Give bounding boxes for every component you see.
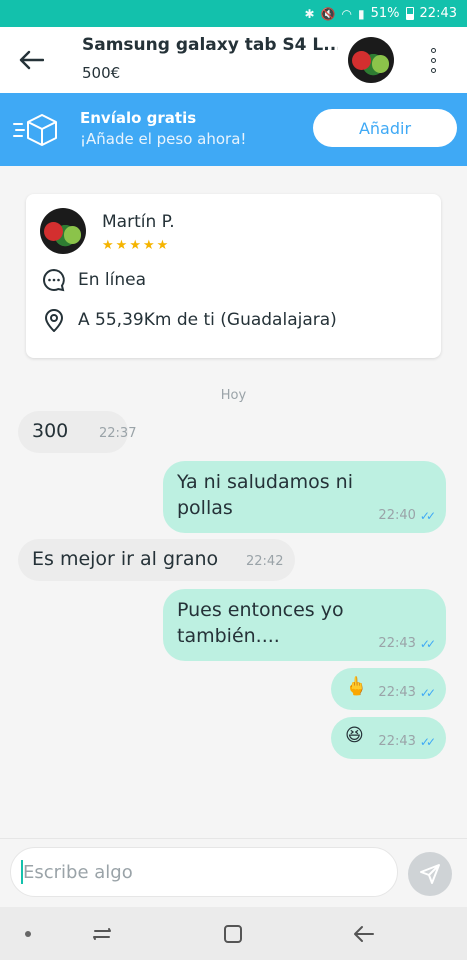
seller-rating: ★ ★ ★ ★ ★ — [102, 238, 168, 253]
add-weight-button[interactable]: Añadir — [313, 109, 457, 147]
message-meta: 22:43 ✓✓ — [378, 685, 436, 700]
send-button[interactable] — [408, 852, 452, 896]
seller-avatar[interactable] — [348, 37, 394, 83]
online-status: En línea — [78, 270, 147, 290]
product-title[interactable]: Samsung galaxy tab S4 L... — [82, 35, 338, 55]
read-ticks-icon: ✓✓ — [419, 636, 436, 651]
star-icon: ★ — [115, 238, 128, 253]
location-row: A 55,39Km de ti (Guadalajara) — [42, 308, 337, 332]
message-time: 22:43 — [378, 685, 416, 700]
star-icon: ★ — [129, 238, 141, 253]
home-button[interactable] — [219, 920, 247, 948]
battery-icon — [405, 7, 414, 20]
message-composer: Escribe algo — [0, 838, 467, 907]
message-time: 22:37 — [99, 426, 137, 441]
app-bar: Samsung galaxy tab S4 L... 500€ — [0, 27, 467, 93]
message-time: 22:43 — [378, 636, 416, 651]
back-button[interactable] — [14, 43, 48, 77]
send-icon — [420, 864, 440, 884]
message-bubble-incoming[interactable]: Es mejor ir al grano 22:42 — [18, 539, 295, 581]
more-options-button[interactable] — [418, 41, 448, 79]
message-emoji: 😆 — [345, 725, 364, 746]
system-nav-bar — [0, 907, 467, 960]
day-separator: Hoy — [220, 388, 247, 403]
more-vertical-icon — [430, 47, 436, 53]
message-bubble-incoming[interactable]: 300 22:37 — [18, 411, 136, 453]
shipping-banner: Envíalo gratis ¡Añade el peso ahora! Aña… — [0, 93, 467, 166]
message-time: 22:43 — [378, 734, 416, 749]
star-icon: ★ — [142, 238, 155, 253]
message-time: 22:40 — [378, 508, 416, 523]
message-text: Ya ni saludamos ni pollas — [177, 471, 353, 519]
nav-back-icon — [354, 926, 374, 942]
mute-icon: 🔇 — [320, 6, 336, 21]
nav-dot — [25, 931, 31, 937]
recents-icon — [93, 928, 111, 940]
nav-back-button[interactable] — [350, 920, 378, 948]
star-icon: ★ — [156, 238, 169, 253]
read-ticks-icon: ✓✓ — [419, 685, 436, 700]
status-time: 22:43 — [419, 6, 457, 21]
message-input-placeholder: Escribe algo — [23, 861, 133, 883]
box-icon — [13, 114, 57, 146]
banner-subtitle: ¡Añade el peso ahora! — [80, 130, 247, 148]
message-time: 22:42 — [246, 554, 284, 569]
message-emoji: 🖕 — [345, 676, 368, 697]
location-pin-icon — [42, 308, 66, 332]
message-bubble-outgoing[interactable]: Ya ni saludamos ni pollas 22:40 ✓✓ — [163, 461, 446, 533]
back-arrow-icon — [19, 50, 44, 70]
message-text: Pues entonces yo también.... — [177, 599, 344, 647]
recents-button[interactable] — [88, 920, 116, 948]
message-meta: 22:43 ✓✓ — [378, 734, 436, 749]
message-text: 300 — [32, 420, 69, 442]
online-status-row: En línea — [42, 268, 146, 292]
status-bar: ✱ 🔇 ◠ ▮ 51% 22:43 — [0, 0, 467, 27]
read-ticks-icon: ✓✓ — [419, 508, 436, 523]
message-bubble-outgoing[interactable]: 🖕 22:43 ✓✓ — [331, 668, 446, 710]
wifi-icon: ◠ — [341, 6, 353, 21]
message-input[interactable]: Escribe algo — [10, 847, 398, 897]
seller-location: A 55,39Km de ti (Guadalajara) — [78, 310, 337, 330]
message-meta: 22:43 ✓✓ — [378, 636, 436, 651]
chat-bubble-icon — [42, 268, 66, 292]
message-text: Es mejor ir al grano — [32, 548, 219, 570]
signal-icon: ▮ — [358, 6, 365, 21]
banner-title: Envíalo gratis — [80, 109, 197, 127]
seller-card: Martín P. ★ ★ ★ ★ ★ En línea A 55,39Km de ti… — [26, 194, 441, 358]
message-bubble-outgoing[interactable]: Pues entonces yo también.... 22:43 ✓✓ — [163, 589, 446, 661]
seller-card-avatar[interactable] — [40, 208, 86, 254]
product-price: 500€ — [82, 64, 121, 82]
read-ticks-icon: ✓✓ — [419, 734, 436, 749]
message-meta: 22:40 ✓✓ — [378, 508, 436, 523]
home-icon — [224, 925, 242, 943]
seller-name[interactable]: Martín P. — [102, 212, 175, 232]
star-icon: ★ — [102, 238, 114, 253]
bluetooth-icon: ✱ — [304, 6, 315, 21]
battery-percent: 51% — [370, 6, 400, 21]
message-bubble-outgoing[interactable]: 😆 22:43 ✓✓ — [331, 717, 446, 759]
